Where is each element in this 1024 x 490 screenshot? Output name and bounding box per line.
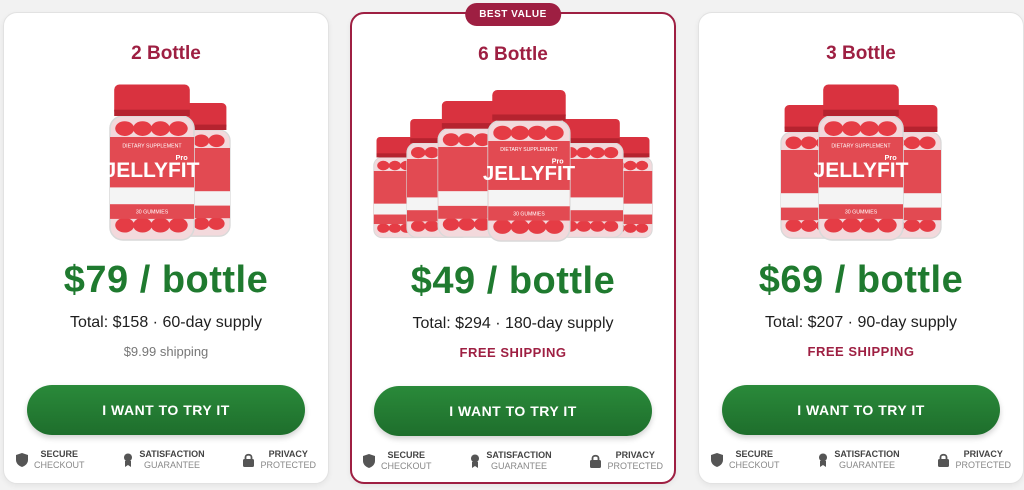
card-title: 3 Bottle [826,43,896,64]
trust-label: SECURE [40,449,79,459]
trust-secure: SECURE CHECKOUT [363,450,432,472]
trust-sublabel: CHECKOUT [34,460,85,470]
svg-text:DIETARY SUPPLEMENT: DIETARY SUPPLEMENT [122,144,182,150]
lock-icon [938,453,950,467]
price-per-bottle: $69 / bottle [758,259,964,301]
trust-sublabel: GUARANTEE [143,460,200,470]
trust-privacy: PRIVACY PROTECTED [243,449,316,471]
shield-icon [16,453,28,467]
trust-sublabel: CHECKOUT [381,461,432,471]
svg-text:JELLYFIT: JELLYFIT [814,159,909,182]
shipping-note: FREE SHIPPING [459,345,567,360]
try-it-button[interactable]: I WANT TO TRY IT [374,386,652,436]
shipping-note: $9.99 shipping [123,344,209,359]
trust-secure: SECURE CHECKOUT [16,449,85,471]
award-ribbon-icon [124,453,133,467]
trust-sublabel: GUARANTEE [838,460,895,470]
svg-text:30 GUMMIES: 30 GUMMIES [513,211,545,217]
bottle-group-3: DIETARY SUPPLEMENT JELLYFITPro 30 GUMMIES [780,84,942,241]
bottle-group-6: DIETARY SUPPLEMENT JELLYFITPro 30 GUMMIES [373,90,653,242]
trust-satisfaction: SATISFACTION GUARANTEE [470,450,552,472]
trust-sublabel: GUARANTEE [490,461,547,471]
try-it-button[interactable]: I WANT TO TRY IT [27,385,305,435]
price-per-bottle: $49 / bottle [410,260,616,302]
shield-icon [711,453,723,467]
price-per-bottle: $79 / bottle [63,259,269,301]
trust-privacy: PRIVACY PROTECTED [938,449,1011,471]
trust-secure: SECURE CHECKOUT [711,449,780,471]
trust-label: SECURE [735,449,774,459]
trust-sublabel: CHECKOUT [729,460,780,470]
best-value-badge: BEST VALUE [465,3,561,26]
svg-text:DIETARY SUPPLEMENT: DIETARY SUPPLEMENT [500,147,557,153]
total-price: Total: $294 · 180-day supply [412,315,614,332]
lock-icon [590,454,602,468]
svg-text:JELLYFIT: JELLYFIT [105,159,200,182]
trust-label: PRIVACY [268,449,308,459]
card-title: 6 Bottle [478,44,548,65]
product-image: DIETARY SUPPLEMENT JELLYFIT Pro 30 GUMMIES [373,78,653,246]
lock-icon [243,453,255,467]
svg-text:JELLYFIT: JELLYFIT [483,163,576,185]
svg-text:30 GUMMIES: 30 GUMMIES [845,210,878,216]
trust-label: PRIVACY [963,449,1003,459]
pricing-card-2-bottle: 2 Bottle DIETARY SUPPLEMENT JELLYFIT Pro 30… [3,12,329,484]
svg-text:30 GUMMIES: 30 GUMMIES [136,210,169,216]
svg-text:DIETARY SUPPLEMENT: DIETARY SUPPLEMENT [831,144,891,150]
trust-label: PRIVACY [615,450,655,460]
card-title: 2 Bottle [131,43,201,64]
trust-satisfaction: SATISFACTION GUARANTEE [818,449,900,471]
trust-satisfaction: SATISFACTION GUARANTEE [123,449,205,471]
trust-badges: SECURE CHECKOUT SATISFACTION GUARANTEE PRI… [363,450,663,472]
trust-label: SATISFACTION [486,450,552,460]
bottle: DIETARY SUPPLEMENT JELLYFITPro 30 GUMMIES [483,90,576,242]
try-it-button[interactable]: I WANT TO TRY IT [722,385,1000,435]
shipping-note: FREE SHIPPING [807,344,915,359]
pricing-card-3-bottle: 3 Bottle DIETARY SUPPLEMENT JELLYFIT Pro 30… [698,12,1024,484]
award-ribbon-icon [819,453,828,467]
shield-icon [363,454,375,468]
pricing-card-6-bottle: BEST VALUE 6 Bottle DIETARY SUPPLEMENT JE… [350,3,676,484]
trust-label: SATISFACTION [139,449,205,459]
product-image: DIETARY SUPPLEMENT JELLYFIT Pro 30 GUMMIES [56,77,276,245]
bottle: DIETARY SUPPLEMENT JELLYFITPro 30 GUMMIES [814,84,909,241]
pricing-section: 2 Bottle DIETARY SUPPLEMENT JELLYFIT Pro 30… [0,0,1024,490]
product-image: DIETARY SUPPLEMENT JELLYFIT Pro 30 GUMMIES [741,77,981,245]
bottle-group-2: DIETARY SUPPLEMENT JELLYFITPro 30 GUMMIES [105,84,231,241]
trust-label: SATISFACTION [834,449,900,459]
award-ribbon-icon [471,454,480,468]
trust-privacy: PRIVACY PROTECTED [590,450,663,472]
svg-text:Pro: Pro [552,157,565,165]
trust-sublabel: PROTECTED [607,461,663,471]
trust-label: SECURE [387,450,426,460]
svg-text:Pro: Pro [175,153,188,162]
trust-badges: SECURE CHECKOUT SATISFACTION GUARANTEE PRI… [711,449,1011,471]
trust-sublabel: PROTECTED [260,460,316,470]
total-price: Total: $207 · 90-day supply [764,314,958,331]
bottle: DIETARY SUPPLEMENT JELLYFITPro 30 GUMMIES [105,84,200,241]
total-price: Total: $158 · 60-day supply [69,314,263,331]
trust-badges: SECURE CHECKOUT SATISFACTION GUARANTEE PRI… [16,449,316,471]
svg-text:Pro: Pro [884,153,897,162]
trust-sublabel: PROTECTED [955,460,1011,470]
